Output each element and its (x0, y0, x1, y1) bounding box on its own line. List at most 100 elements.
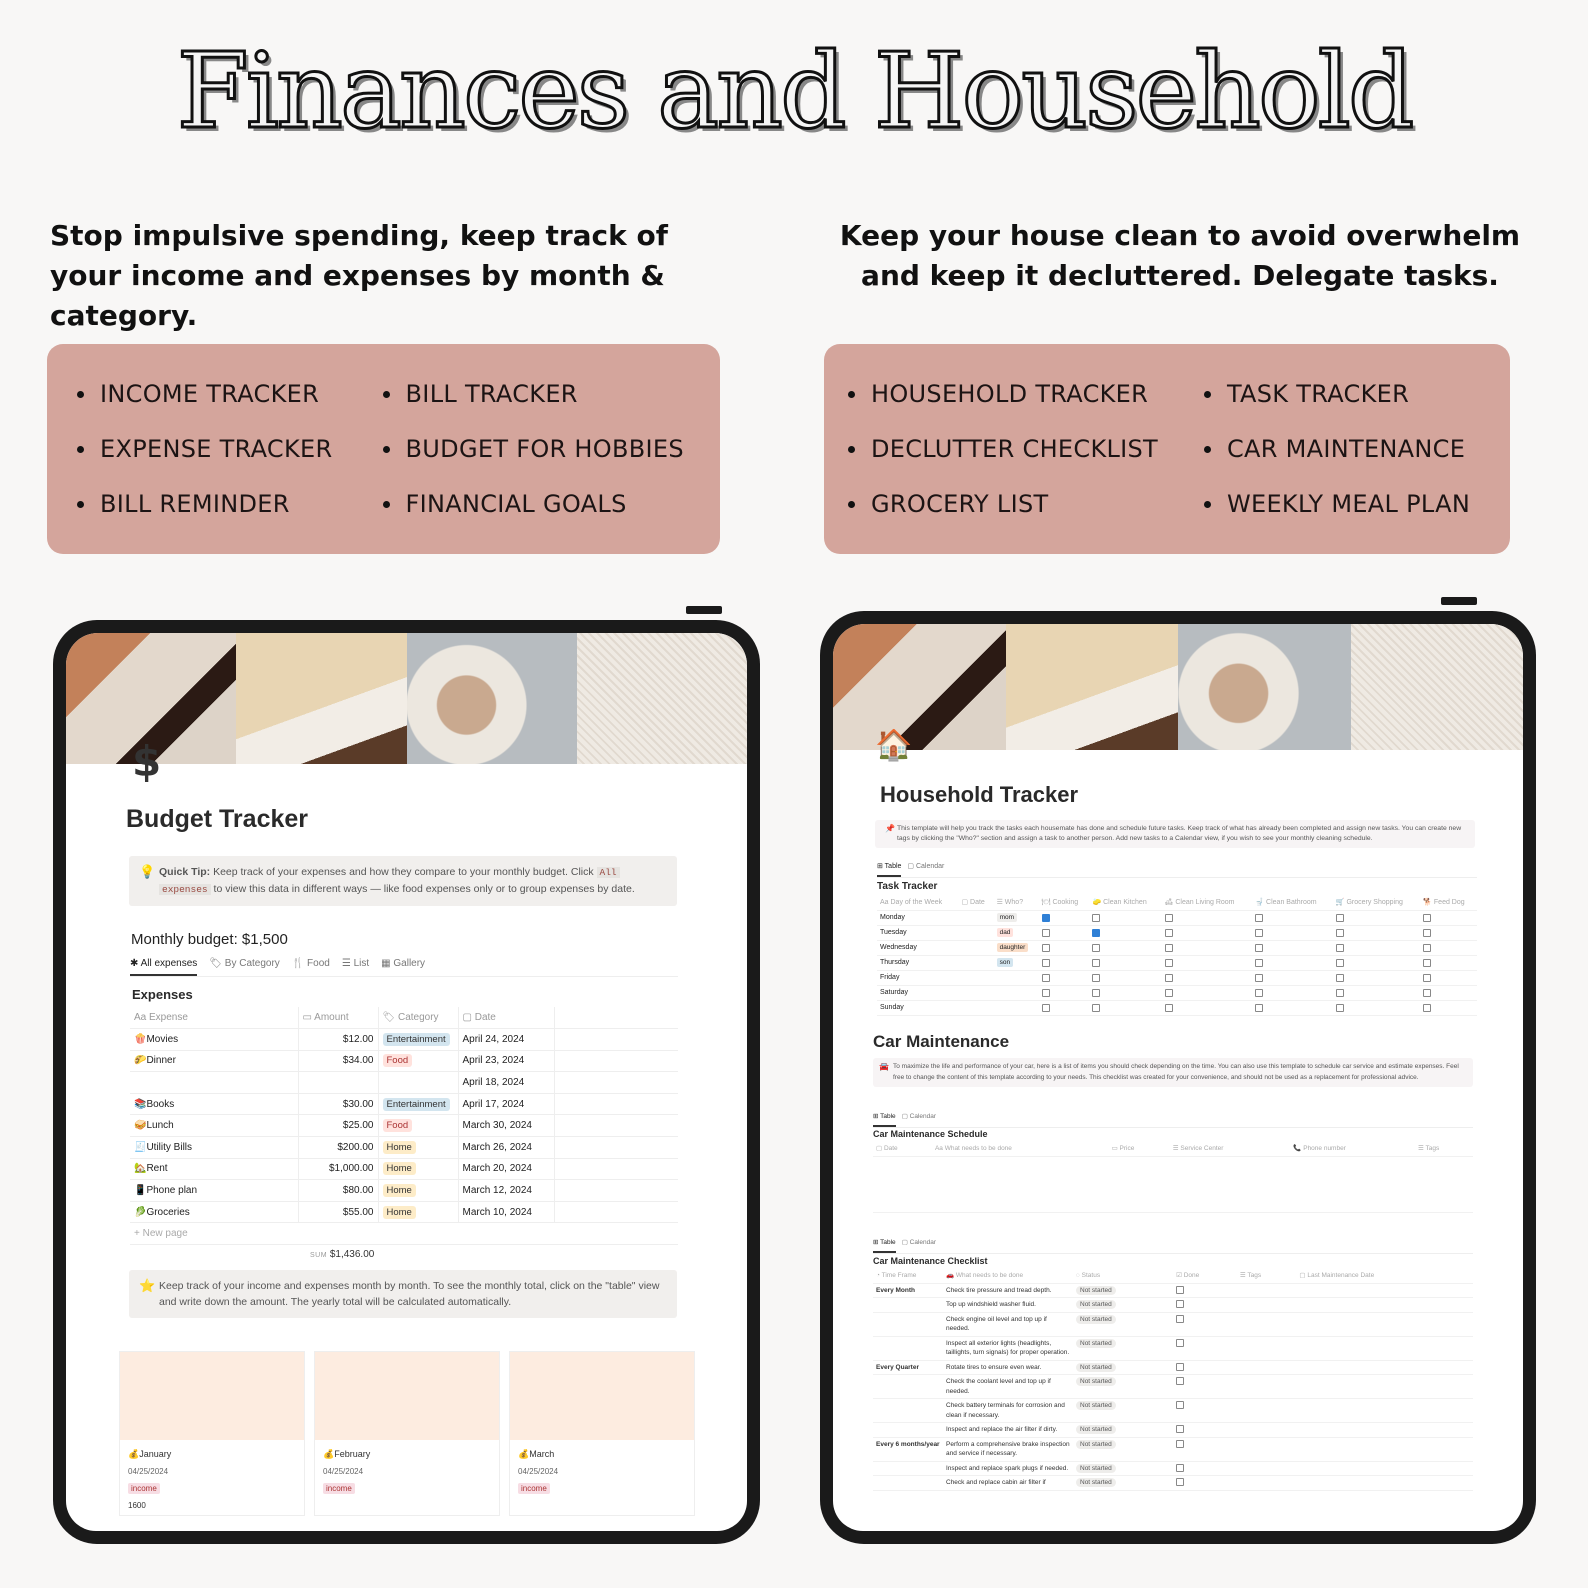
status-cell[interactable]: Not started (1073, 1422, 1174, 1438)
task-cell[interactable]: Check engine oil level and top up if nee… (943, 1312, 1073, 1337)
task-cell[interactable]: Top up windshield washer fluid. (943, 1297, 1073, 1313)
task-checkbox[interactable] (1423, 1003, 1432, 1012)
column-header[interactable]: 🛋 Clean Living Room (1161, 895, 1253, 911)
status-cell[interactable]: Not started (1073, 1398, 1174, 1423)
table-row[interactable]: Every Quarter Rotate tires to ensure even… (873, 1360, 1473, 1375)
expense-date[interactable]: April 23, 2024 (457, 1050, 554, 1073)
task-checkbox[interactable] (1164, 943, 1173, 952)
task-checkbox[interactable] (1423, 988, 1432, 997)
task-checkbox[interactable] (1255, 958, 1264, 967)
new-page-button[interactable]: + New page (130, 1222, 678, 1246)
task-cell[interactable]: Perform a comprehensive brake inspection… (943, 1437, 1073, 1462)
expense-category[interactable]: Food (377, 1050, 458, 1073)
column-header[interactable]: 🧽 Clean Kitchen (1089, 895, 1162, 911)
table-row[interactable]: 📚Books $30.00 Entertainment April 17, 2024 (130, 1093, 678, 1116)
tab-view[interactable]: ⊞ Table (877, 862, 902, 877)
task-checkbox[interactable] (1335, 973, 1344, 982)
tab-view[interactable]: ⊞ Table (873, 1112, 896, 1127)
expense-name[interactable]: 🥪Lunch (130, 1114, 298, 1138)
date-cell[interactable] (958, 910, 994, 926)
expense-category[interactable]: Home (377, 1179, 458, 1202)
table-row[interactable]: Check engine oil level and top up if nee… (873, 1312, 1473, 1337)
table-row[interactable]: 🥬Groceries $55.00 Home March 10, 2024 (130, 1201, 678, 1224)
expense-name[interactable]: 🍿Movies (130, 1028, 298, 1051)
status-cell[interactable]: Not started (1073, 1312, 1174, 1337)
month-card[interactable]: 💰February 04/25/2024 income (314, 1351, 500, 1516)
done-checkbox[interactable] (1176, 1478, 1185, 1487)
day-cell[interactable]: Wednesday (877, 940, 959, 956)
task-checkbox[interactable] (1041, 1003, 1050, 1012)
expense-amount[interactable]: $1,000.00 (297, 1158, 378, 1181)
tags-cell[interactable] (1236, 1312, 1297, 1337)
status-cell[interactable]: Not started (1073, 1336, 1174, 1361)
expense-date[interactable]: March 12, 2024 (457, 1179, 554, 1202)
column-header[interactable]: ▢ Date (457, 1007, 554, 1030)
status-cell[interactable]: Not started (1073, 1475, 1174, 1491)
expense-date[interactable]: April 17, 2024 (457, 1093, 554, 1116)
task-checkbox[interactable] (1164, 913, 1173, 922)
day-cell[interactable]: Tuesday (877, 925, 959, 941)
tab-view[interactable]: ▢ Calendar (902, 1112, 936, 1127)
last-date-cell[interactable] (1296, 1398, 1473, 1423)
tab-view[interactable]: ▢ Calendar (907, 862, 944, 877)
done-checkbox[interactable] (1176, 1338, 1185, 1347)
expense-date[interactable]: March 20, 2024 (457, 1158, 554, 1181)
who-cell[interactable] (993, 1000, 1039, 1016)
tags-cell[interactable] (1236, 1297, 1297, 1313)
table-row[interactable]: Inspect all exterior lights (headlights,… (873, 1336, 1473, 1361)
column-header[interactable]: 🚗 What needs to be done (943, 1269, 1073, 1284)
new-page-row[interactable]: + New page (130, 1222, 678, 1246)
time-frame-cell[interactable] (873, 1422, 943, 1438)
tags-cell[interactable] (1236, 1398, 1297, 1423)
task-checkbox[interactable] (1164, 988, 1173, 997)
column-header[interactable]: ▭ Amount (297, 1007, 378, 1030)
last-date-cell[interactable] (1296, 1422, 1473, 1438)
task-cell[interactable]: Inspect and replace spark plugs if neede… (943, 1461, 1073, 1476)
time-frame-cell[interactable]: Every 6 months/year (873, 1437, 943, 1462)
task-cell[interactable]: Check the coolant level and top up if ne… (943, 1374, 1073, 1399)
task-checkbox[interactable] (1255, 928, 1264, 937)
task-checkbox[interactable] (1423, 958, 1432, 967)
expense-amount[interactable]: $55.00 (297, 1201, 378, 1224)
expense-name[interactable]: 🏡Rent (130, 1158, 298, 1181)
task-cell[interactable]: Inspect and replace the air filter if di… (943, 1422, 1073, 1438)
who-cell[interactable]: son (993, 955, 1039, 971)
task-checkbox[interactable] (1092, 988, 1101, 997)
column-header[interactable]: 🍽 Cooking (1038, 895, 1090, 911)
who-cell[interactable]: daughter (993, 940, 1039, 956)
table-row[interactable]: Inspect and replace the air filter if di… (873, 1422, 1473, 1438)
task-checkbox[interactable] (1164, 958, 1173, 967)
table-row[interactable]: 🧾Utility Bills $200.00 Home March 26, 2024 (130, 1136, 678, 1159)
tags-cell[interactable] (1236, 1461, 1297, 1476)
expense-category[interactable]: Entertainment (377, 1093, 458, 1116)
date-cell[interactable] (958, 925, 994, 941)
task-checkbox[interactable] (1164, 1003, 1173, 1012)
task-checkbox[interactable] (1041, 958, 1050, 967)
who-cell[interactable]: mom (993, 910, 1039, 926)
time-frame-cell[interactable] (873, 1398, 943, 1423)
task-checkbox[interactable] (1092, 928, 1101, 937)
expense-date[interactable]: March 26, 2024 (457, 1136, 554, 1159)
expense-name[interactable]: 🥬Groceries (130, 1201, 298, 1224)
day-cell[interactable]: Sunday (877, 1000, 959, 1016)
expense-amount[interactable] (297, 1071, 378, 1094)
done-checkbox[interactable] (1176, 1439, 1185, 1448)
done-checkbox[interactable] (1176, 1285, 1185, 1294)
expense-date[interactable]: March 10, 2024 (457, 1201, 554, 1224)
status-cell[interactable]: Not started (1073, 1297, 1174, 1313)
table-row[interactable]: Check and replace cabin air filter if Not… (873, 1475, 1473, 1491)
table-row[interactable]: Every Month Check tire pressure and tread… (873, 1283, 1473, 1298)
who-cell[interactable] (993, 985, 1039, 1001)
last-date-cell[interactable] (1296, 1283, 1473, 1298)
table-row[interactable]: Top up windshield washer fluid. Not start… (873, 1297, 1473, 1313)
table-row[interactable]: Sunday (877, 1000, 1477, 1016)
tab-view[interactable]: 🍴 Food (292, 958, 330, 976)
status-cell[interactable]: Not started (1073, 1360, 1174, 1375)
expense-category[interactable]: Food (377, 1114, 458, 1138)
expense-category[interactable]: Entertainment (377, 1028, 458, 1051)
last-date-cell[interactable] (1296, 1437, 1473, 1462)
table-row[interactable]: April 18, 2024 (130, 1071, 678, 1094)
task-checkbox[interactable] (1335, 988, 1344, 997)
time-frame-cell[interactable] (873, 1475, 943, 1491)
date-cell[interactable] (958, 955, 994, 971)
